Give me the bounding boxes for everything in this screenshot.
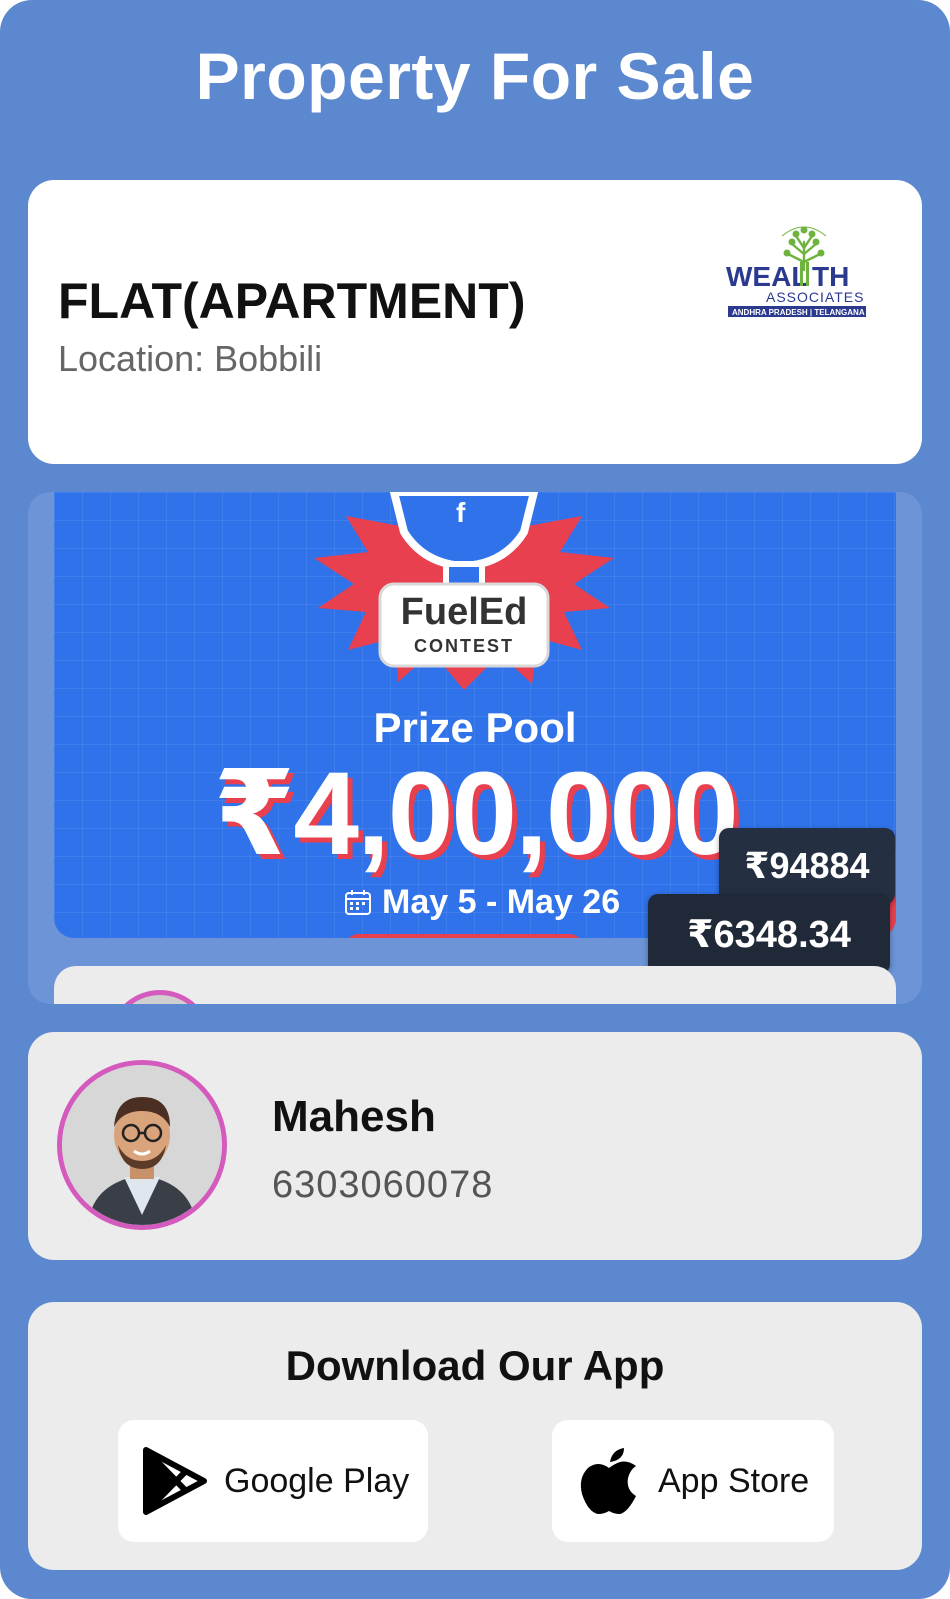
agent-name: Mahesh — [272, 1092, 436, 1141]
price-badge: ₹6348.34 — [648, 894, 890, 974]
fueled-contest-banner[interactable]: f FuelEd CONTEST Prize Pool ₹4,00,000 Ma… — [54, 492, 896, 938]
agent-card[interactable]: Mahesh 6303060078 — [28, 1032, 922, 1260]
page-title: Property For Sale — [195, 39, 755, 113]
logo-brand-sub: ASSOCIATES — [766, 289, 864, 305]
ad-date-row: May 5 - May 26 — [344, 880, 620, 924]
property-location: Location: Bobbili — [58, 338, 323, 379]
property-card[interactable]: FLAT(APARTMENT) Location: Bobbili WEAL T… — [28, 180, 922, 464]
property-type: FLAT(APARTMENT) — [58, 273, 526, 329]
avatar — [108, 990, 212, 1004]
logo-brand-tail: TH — [812, 261, 849, 292]
next-agent-card-peek[interactable] — [54, 966, 896, 1004]
agent-avatar-icon — [62, 1065, 222, 1225]
apple-icon — [580, 1448, 636, 1514]
google-play-label: Google Play — [224, 1461, 410, 1500]
ad-carousel[interactable]: f FuelEd CONTEST Prize Pool ₹4,00,000 Ma… — [28, 492, 922, 1004]
app-store-button[interactable]: App Store — [552, 1420, 834, 1542]
app-frame: Property For Sale FLAT(APARTMENT) Locati… — [0, 0, 950, 1599]
google-play-button[interactable]: Google Play — [118, 1420, 428, 1542]
logo-brand-top: WEAL — [726, 261, 808, 292]
avatar — [57, 1060, 227, 1230]
download-app-card: Download Our App Google Play App Store — [28, 1302, 922, 1570]
ad-brand: FuelEd — [401, 591, 528, 633]
app-store-label: App Store — [658, 1461, 810, 1500]
logo-brand-region: ANDHRA PRADESH | TELANGANA — [732, 308, 865, 317]
price-badge: ₹94884 — [719, 828, 895, 904]
download-title: Download Our App — [285, 1342, 665, 1389]
agent-phone[interactable]: 6303060078 — [272, 1164, 493, 1207]
wealth-associates-logo: WEAL TH ASSOCIATES ANDHRA PRADESH | TELA… — [726, 226, 866, 317]
svg-text:f: f — [456, 497, 466, 528]
ad-cta-pill[interactable] — [344, 934, 584, 938]
google-play-icon — [143, 1447, 207, 1515]
ad-date-range: May 5 - May 26 — [382, 882, 621, 921]
contest-starburst-graphic: f FuelEd CONTEST — [314, 492, 614, 690]
ad-contest: CONTEST — [414, 636, 514, 656]
calendar-icon — [345, 890, 371, 915]
